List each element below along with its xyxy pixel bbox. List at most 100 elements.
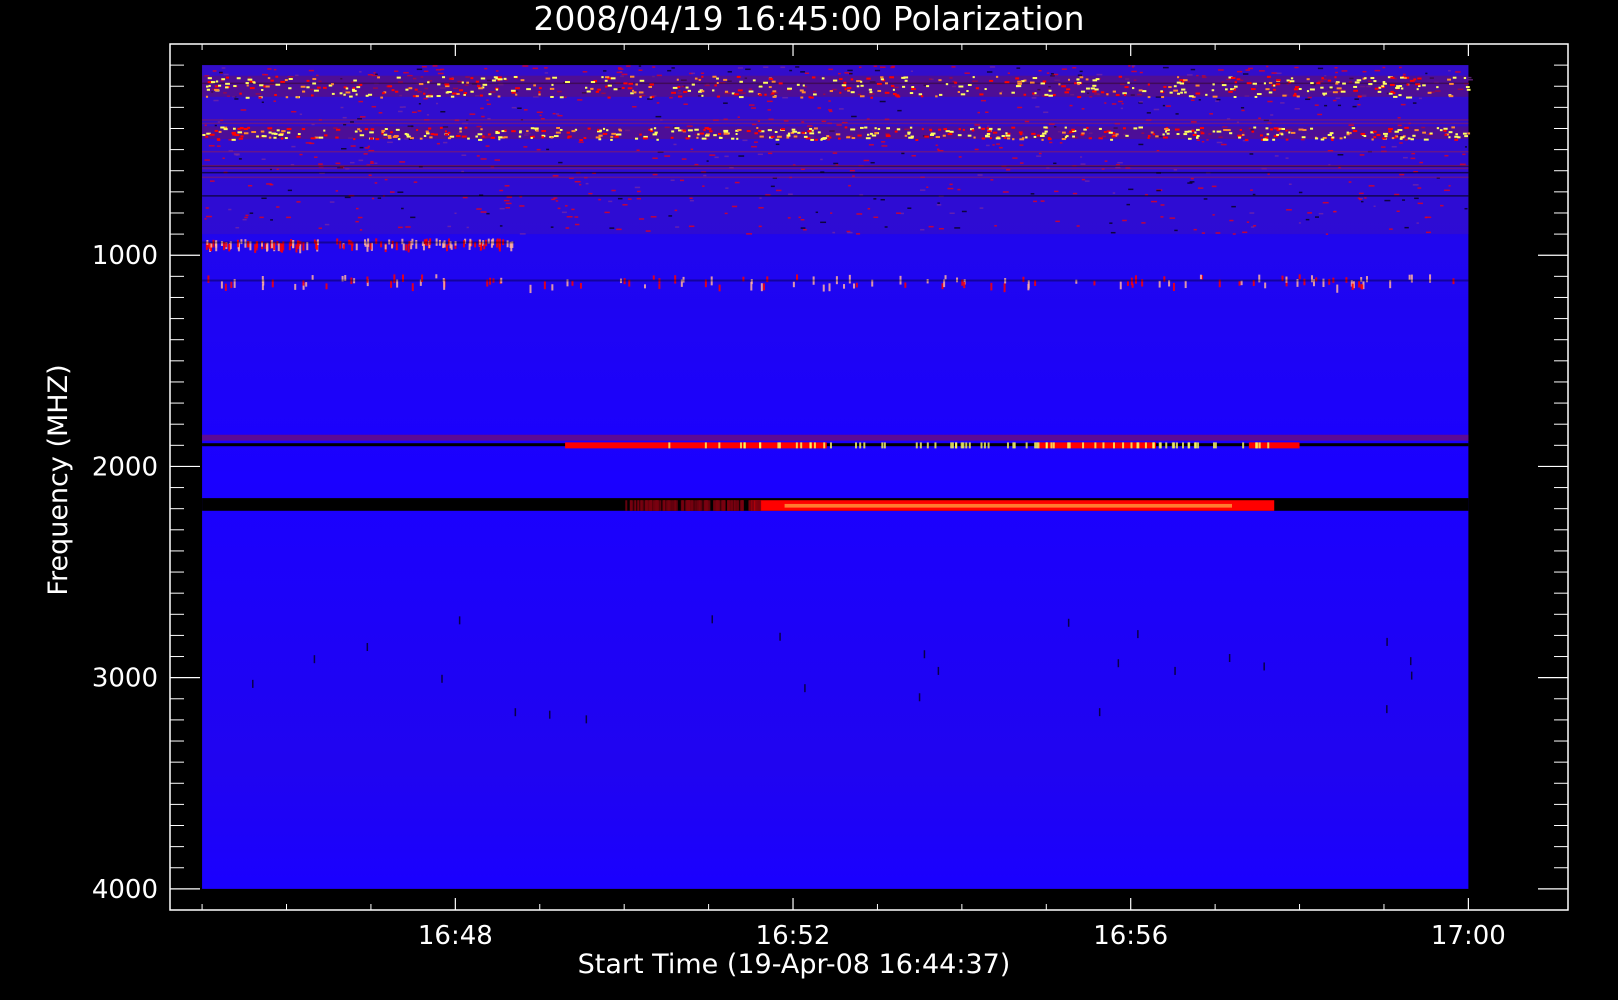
rfi-speck — [1342, 82, 1346, 85]
rfi-speck — [904, 79, 908, 82]
dot-speck — [792, 281, 795, 288]
rfi-speck — [207, 81, 211, 84]
rfi-speck — [552, 76, 558, 79]
dot-speck — [292, 239, 295, 248]
rfi-speck — [995, 137, 1001, 140]
rfi-speck — [1228, 90, 1233, 93]
noise-speck — [416, 68, 423, 71]
rfi-speck — [359, 129, 362, 132]
noise-speck — [413, 181, 418, 183]
noise-speck — [355, 207, 359, 210]
noise-speck — [480, 211, 487, 213]
noise-speck — [1209, 113, 1213, 115]
noise-speck — [879, 100, 886, 103]
rfi-speck — [1195, 84, 1200, 87]
noise-speck — [703, 174, 707, 177]
rfi-speck — [829, 90, 833, 93]
rfi-speck — [1251, 130, 1255, 133]
noise-speck — [217, 121, 221, 123]
rfi-speck — [737, 129, 742, 132]
rfi-speck — [495, 132, 499, 135]
noise-speck — [1080, 163, 1086, 165]
rfi-speck — [735, 133, 738, 136]
noise-speck — [815, 211, 819, 214]
noise-speck — [1079, 70, 1083, 73]
rfi-speck — [809, 132, 815, 135]
noise-speck — [636, 190, 641, 193]
rfi-speck — [359, 134, 365, 137]
sparse-speck — [1386, 705, 1388, 714]
rfi-speck — [1259, 134, 1263, 137]
noise-speck — [340, 106, 344, 109]
rfi-speck — [860, 126, 864, 129]
rfi-speck — [423, 92, 426, 95]
noise-speck — [1175, 113, 1179, 115]
noise-speck — [1186, 74, 1193, 76]
band-yellow-speck — [980, 442, 983, 449]
noise-speck — [546, 148, 550, 151]
noise-line — [202, 167, 1469, 170]
rfi-speck — [240, 135, 244, 138]
noise-speck — [324, 223, 330, 226]
rfi-speck — [1339, 137, 1343, 140]
band-red-segment — [565, 442, 827, 449]
noise-speck — [371, 197, 375, 200]
rfi-speck — [1072, 135, 1075, 138]
rfi-speck — [1031, 132, 1036, 135]
rfi-speck — [369, 131, 374, 134]
dot-speck — [853, 283, 856, 289]
rfi-speck — [856, 85, 860, 88]
rfi-speck — [245, 96, 250, 99]
burst-edge-speck — [708, 500, 711, 511]
noise-speck — [1005, 169, 1011, 171]
rfi-speck — [1233, 96, 1237, 99]
noise-speck — [469, 113, 476, 115]
dot-speck — [579, 282, 582, 289]
rfi-speck — [267, 127, 273, 130]
rfi-speck — [671, 130, 675, 133]
noise-speck — [447, 225, 452, 228]
rfi-speck — [945, 83, 949, 86]
rfi-speck — [704, 127, 709, 130]
rfi-speck — [225, 86, 229, 89]
rfi-speck — [1029, 81, 1035, 84]
noise-speck — [359, 229, 363, 231]
rfi-speck — [1372, 130, 1377, 133]
rfi-speck — [306, 86, 310, 89]
noise-speck — [1217, 69, 1224, 71]
rfi-speck — [1115, 93, 1120, 96]
noise-speck — [291, 145, 296, 148]
rfi-speck — [995, 75, 999, 78]
noise-line — [202, 164, 1469, 167]
noise-speck — [1464, 146, 1467, 148]
noise-speck — [432, 65, 438, 67]
sparse-speck — [711, 615, 713, 624]
rfi-speck — [776, 135, 782, 138]
rfi-speck — [678, 95, 683, 98]
rfi-speck — [846, 87, 852, 90]
noise-speck — [1416, 222, 1419, 224]
dot-speck — [325, 283, 328, 290]
noise-speck — [829, 110, 833, 113]
rfi-speck — [771, 92, 775, 95]
rfi-speck — [239, 92, 242, 95]
noise-speck — [1220, 143, 1227, 146]
noise-speck — [1424, 216, 1428, 219]
rfi-speck — [1281, 127, 1285, 130]
dot-speck — [1126, 281, 1129, 286]
band-yellow-speck — [759, 442, 762, 449]
x-axis-label: Start Time (19-Apr-08 16:44:37) — [578, 949, 1011, 980]
noise-speck — [1384, 199, 1391, 202]
rfi-speck — [1256, 93, 1262, 96]
noise-speck — [938, 227, 944, 230]
dot-speck — [208, 242, 211, 249]
noise-speck — [1191, 121, 1197, 123]
rfi-speck — [649, 83, 654, 86]
rfi-speck — [1132, 87, 1135, 90]
noise-speck — [1162, 104, 1165, 107]
band-yellow-speck — [1102, 442, 1105, 449]
rfi-speck — [884, 82, 888, 85]
rfi-speck — [772, 90, 777, 93]
dot-speck — [305, 282, 308, 287]
rfi-speck — [1381, 85, 1385, 88]
